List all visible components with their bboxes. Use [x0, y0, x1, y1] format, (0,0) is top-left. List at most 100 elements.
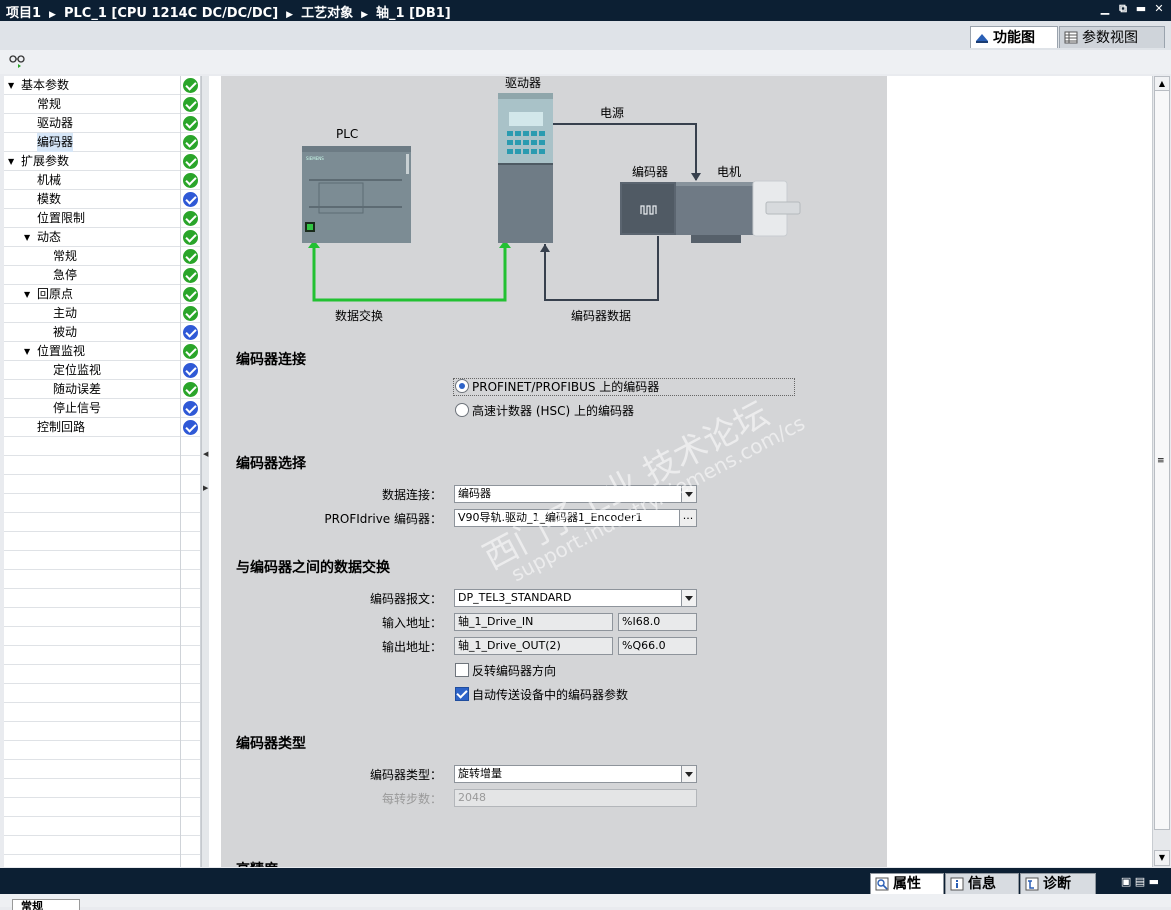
tree-item-label: 动态 — [37, 230, 62, 244]
section-encoder-type: 编码器类型 — [236, 736, 306, 752]
data-connection-select[interactable]: 编码器 — [454, 485, 697, 503]
chevron-down-icon[interactable] — [681, 590, 696, 606]
close-icon[interactable]: ✕ — [1153, 3, 1165, 15]
device-diagram: SIEMENS — [302, 93, 801, 302]
status-ok-icon — [183, 116, 198, 131]
tree-item-standstill-signal[interactable]: 停止信号 — [4, 399, 200, 418]
data-connection-value: 编码器 — [458, 487, 491, 500]
tab-properties[interactable]: 属性 — [870, 873, 944, 894]
collapse-arrow-icon[interactable]: ▼ — [24, 342, 30, 361]
input-address-name: 轴_1_Drive_IN — [454, 613, 613, 631]
radio-profinet-encoder[interactable] — [455, 379, 469, 393]
breadcrumb-axis[interactable]: 轴_1 [DB1] — [376, 6, 451, 21]
tab-parameter-view[interactable]: 参数视图 — [1059, 26, 1165, 48]
tree-item-label: 扩展参数 — [21, 154, 70, 168]
browse-button[interactable]: ... — [679, 510, 696, 526]
tree-item-drive[interactable]: 驱动器 — [4, 114, 200, 133]
tree-item-label: 编码器 — [37, 133, 74, 152]
tree-item-control-loop[interactable]: 控制回路 — [4, 418, 200, 437]
profidrive-encoder-label: PROFIdrive 编码器： — [324, 512, 442, 526]
collapse-left-icon[interactable]: ◀ — [203, 450, 208, 458]
tree-item-mechanics[interactable]: 机械 — [4, 171, 200, 190]
auto-transfer-label[interactable]: 自动传送设备中的编码器参数 — [472, 686, 628, 703]
breadcrumb-separator: ▶ — [286, 10, 294, 20]
section-high-precision: 高精度 — [236, 859, 278, 867]
tree-item-label: 驱动器 — [37, 116, 74, 130]
profidrive-encoder-field[interactable]: V90导轨.驱动_1_编码器1_Encoder1 ... — [454, 509, 697, 527]
subtab-general[interactable]: 常规 — [12, 899, 80, 910]
invert-direction-checkbox[interactable] — [455, 663, 469, 677]
tree-item-homing[interactable]: ▼ 回原点 — [4, 285, 200, 304]
tree-item-active-homing[interactable]: 主动 — [4, 304, 200, 323]
steps-per-rev-label: 每转步数： — [381, 792, 442, 806]
drive-label: 驱动器 — [505, 76, 542, 90]
tree-item-label: 机械 — [37, 173, 62, 187]
minimize-icon[interactable]: ▁ — [1099, 3, 1111, 15]
tree-item-passive-homing[interactable]: 被动 — [4, 323, 200, 342]
status-ok-icon — [183, 97, 198, 112]
invert-direction-label[interactable]: 反转编码器方向 — [472, 662, 556, 679]
tree-item-modulo[interactable]: 模数 — [4, 190, 200, 209]
plc-image: SIEMENS — [302, 146, 411, 243]
chevron-down-icon[interactable] — [681, 766, 696, 782]
tree-item-dynamics-general[interactable]: 常规 — [4, 247, 200, 266]
breadcrumb-technology-objects[interactable]: 工艺对象 — [301, 6, 353, 21]
tree-item-extended-params[interactable]: ▼ 扩展参数 — [4, 152, 200, 171]
tree-item-basic-params[interactable]: ▼ 基本参数 — [4, 76, 200, 95]
tree-item-general[interactable]: 常规 — [4, 95, 200, 114]
status-ok-icon — [183, 382, 198, 397]
vertical-scrollbar[interactable]: ▲ ≡ ▼ — [1152, 76, 1170, 867]
tree-item-label: 位置限制 — [37, 211, 86, 225]
input-address-value: %I68.0 — [618, 613, 697, 631]
glasses-icon[interactable] — [9, 54, 25, 68]
section-data-exchange: 与编码器之间的数据交换 — [236, 560, 390, 576]
tree-item-position-monitoring[interactable]: ▼ 位置监视 — [4, 342, 200, 361]
inspector-subtabs: 常规 — [0, 894, 1171, 910]
tree-item-label: 停止信号 — [53, 401, 102, 415]
tab-function-view[interactable]: 功能图 — [970, 26, 1058, 48]
output-address-label: 输出地址： — [381, 640, 442, 654]
radio-hsc-encoder[interactable] — [455, 403, 469, 417]
collapse-arrow-icon[interactable]: ▼ — [24, 228, 30, 247]
tab-parameter-view-label: 参数视图 — [1082, 30, 1138, 46]
tree-item-encoder[interactable]: 编码器 — [4, 133, 200, 152]
panel-controls-icon[interactable]: ▣ ▤ ▬ — [1121, 875, 1159, 888]
status-ok-blue-icon — [183, 401, 198, 416]
restore-icon[interactable]: ⧉ — [1117, 3, 1129, 15]
auto-transfer-checkbox[interactable] — [455, 687, 469, 701]
tab-info[interactable]: 信息 — [945, 873, 1019, 894]
breadcrumb-plc[interactable]: PLC_1 [CPU 1214C DC/DC/DC] — [64, 6, 278, 21]
breadcrumb-project[interactable]: 项目1 — [6, 6, 41, 21]
collapse-arrow-icon[interactable]: ▼ — [24, 285, 30, 304]
title-bar: 项目1 ▶ PLC_1 [CPU 1214C DC/DC/DC] ▶ 工艺对象 ▶ 轴_1 … — [0, 0, 1171, 21]
tree-item-following-error[interactable]: 随动误差 — [4, 380, 200, 399]
config-panel: SIEMENS 驱动器 PLC 电源 编码器 电机 数据交换 编码器数据 编码器… — [221, 76, 887, 867]
table-icon — [1064, 31, 1078, 44]
tree-item-label: 定位监视 — [53, 363, 102, 377]
encoder-type-select[interactable]: 旋转增量 — [454, 765, 697, 783]
tree-item-label: 模数 — [37, 192, 62, 206]
tree-item-position-limits[interactable]: 位置限制 — [4, 209, 200, 228]
status-ok-icon — [183, 287, 198, 302]
expand-right-icon[interactable]: ▶ — [203, 484, 208, 492]
collapse-arrow-icon[interactable]: ▼ — [8, 152, 14, 171]
tree-item-label: 被动 — [53, 325, 78, 339]
drive-image — [498, 93, 553, 243]
tree-item-emergency-stop[interactable]: 急停 — [4, 266, 200, 285]
tree-item-positioning-monitoring[interactable]: 定位监视 — [4, 361, 200, 380]
input-address-label: 输入地址： — [381, 616, 442, 630]
maximize-icon[interactable]: ▬ — [1135, 3, 1147, 15]
radio-profinet-encoder-label[interactable]: PROFINET/PROFIBUS 上的编码器 — [472, 378, 659, 395]
section-encoder-selection: 编码器选择 — [236, 456, 306, 472]
radio-hsc-encoder-label[interactable]: 高速计数器 (HSC) 上的编码器 — [472, 402, 634, 419]
tree-item-label: 基本参数 — [21, 78, 70, 92]
chevron-down-icon[interactable] — [681, 486, 696, 502]
output-address-value: %Q66.0 — [618, 637, 697, 655]
scroll-down-icon[interactable]: ▼ — [1154, 850, 1170, 866]
collapse-arrow-icon[interactable]: ▼ — [8, 76, 14, 95]
tab-diagnostics[interactable]: 诊断 — [1020, 873, 1096, 894]
tree-item-dynamics[interactable]: ▼ 动态 — [4, 228, 200, 247]
profidrive-encoder-value: V90导轨.驱动_1_编码器1_Encoder1 — [458, 511, 643, 524]
telegram-select[interactable]: DP_TEL3_STANDARD — [454, 589, 697, 607]
status-ok-icon — [183, 306, 198, 321]
